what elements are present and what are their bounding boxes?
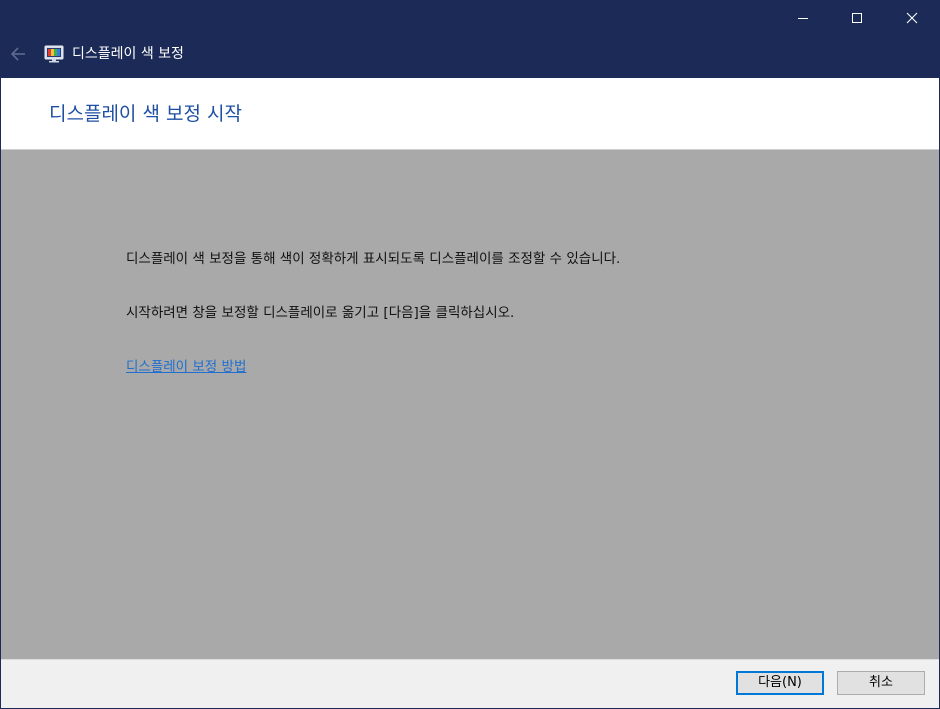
close-icon	[906, 12, 918, 24]
page-header: 디스플레이 색 보정 시작	[1, 78, 939, 150]
back-button[interactable]	[3, 39, 33, 69]
calibration-help-link[interactable]: 디스플레이 보정 방법	[126, 358, 246, 376]
back-arrow-icon	[10, 47, 25, 61]
page-title: 디스플레이 색 보정 시작	[49, 103, 242, 125]
minimize-button[interactable]	[780, 1, 826, 35]
calibration-window: 디스플레이 색 보정 디스플레이 색 보정 시작 디스플레이 색 보정을 통해 …	[0, 0, 940, 709]
intro-text: 디스플레이 색 보정을 통해 색이 정확하게 표시되도록 디스플레이를 조정할 …	[126, 251, 621, 267]
instruction-text: 시작하려면 창을 보정할 디스플레이로 옮기고 [다음]을 클릭하십시오.	[126, 305, 515, 321]
window-title: 디스플레이 색 보정	[72, 46, 184, 62]
display-color-calibration-icon	[44, 45, 64, 63]
next-button[interactable]: 다음(N)	[736, 671, 824, 695]
maximize-icon	[852, 13, 862, 23]
close-button[interactable]	[889, 1, 935, 35]
content-area: 디스플레이 색 보정을 통해 색이 정확하게 표시되도록 디스플레이를 조정할 …	[1, 150, 939, 659]
cancel-button[interactable]: 취소	[837, 671, 925, 695]
button-bar: 다음(N) 취소	[1, 659, 939, 708]
maximize-button[interactable]	[834, 1, 880, 35]
title-bar: 디스플레이 색 보정	[1, 1, 939, 78]
minimize-icon	[798, 18, 808, 19]
